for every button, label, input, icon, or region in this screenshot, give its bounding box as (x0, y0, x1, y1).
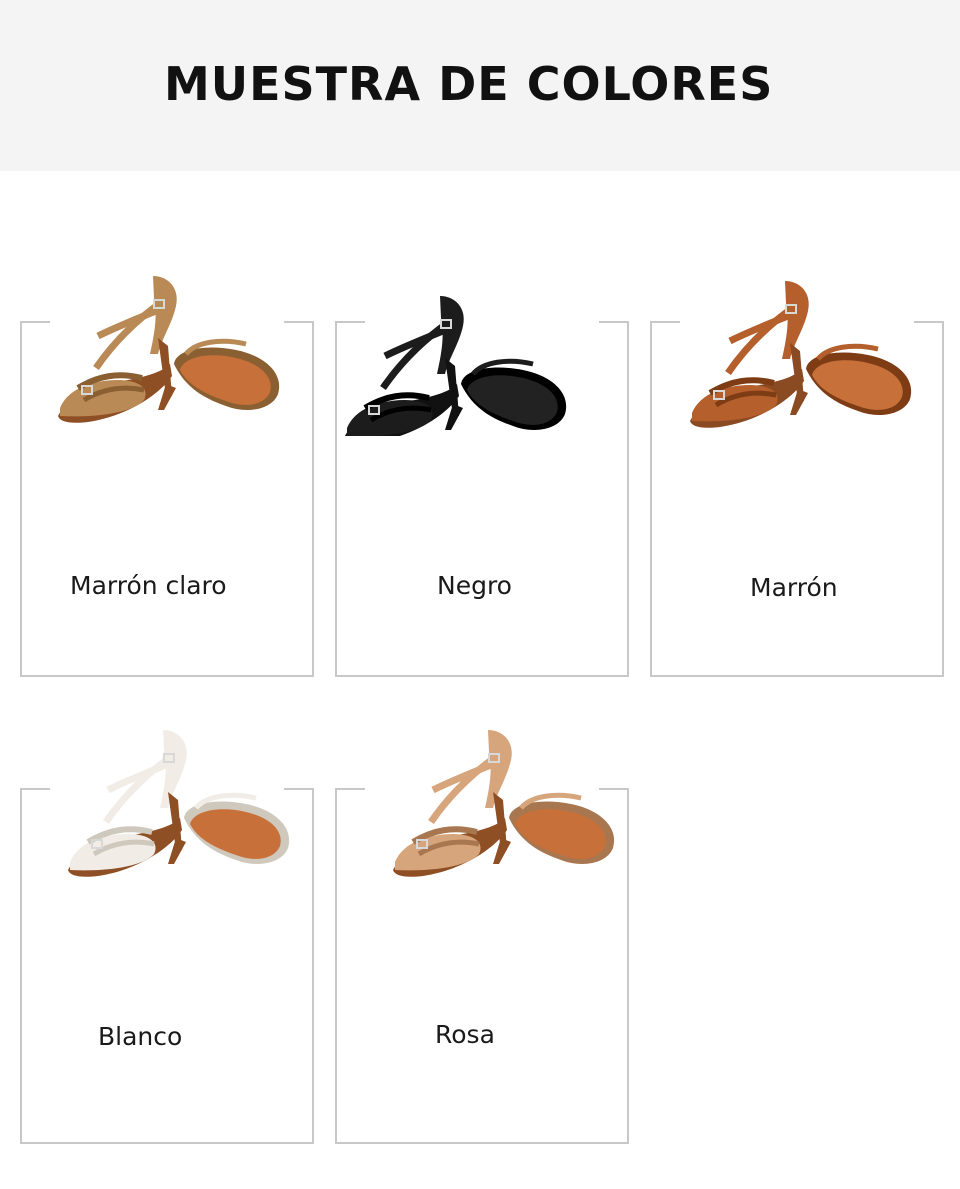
color-swatch-card[interactable]: Negro (335, 296, 629, 677)
color-swatch-card[interactable]: Marrón claro (20, 276, 314, 677)
side-view-shoe (393, 730, 512, 877)
color-label: Negro (437, 571, 512, 600)
color-swatch-card[interactable]: Marrón (650, 281, 944, 677)
side-view-shoe (690, 281, 809, 428)
shoe-image (345, 296, 567, 436)
sole-view-shoe (493, 792, 615, 864)
side-view-shoe (58, 276, 177, 423)
sole-view-shoe (445, 358, 567, 430)
side-view-shoe (68, 730, 187, 877)
shoe-image (68, 730, 290, 877)
color-label: Rosa (435, 1020, 495, 1049)
color-swatch-card[interactable]: Rosa (335, 730, 629, 1144)
color-swatch-card[interactable]: Blanco (20, 730, 314, 1144)
color-label: Blanco (98, 1022, 183, 1051)
shoe-image (690, 281, 912, 428)
sole-view-shoe (790, 343, 912, 415)
shoe-image (58, 276, 280, 423)
page-title: MUESTRA DE COLORES (164, 57, 774, 111)
color-label: Marrón (750, 573, 838, 602)
side-view-shoe (345, 296, 464, 436)
sole-view-shoe (158, 338, 280, 410)
shoe-image (393, 730, 615, 877)
sole-view-shoe (168, 792, 290, 864)
header-banner: MUESTRA DE COLORES (0, 0, 960, 171)
color-label: Marrón claro (70, 571, 227, 600)
